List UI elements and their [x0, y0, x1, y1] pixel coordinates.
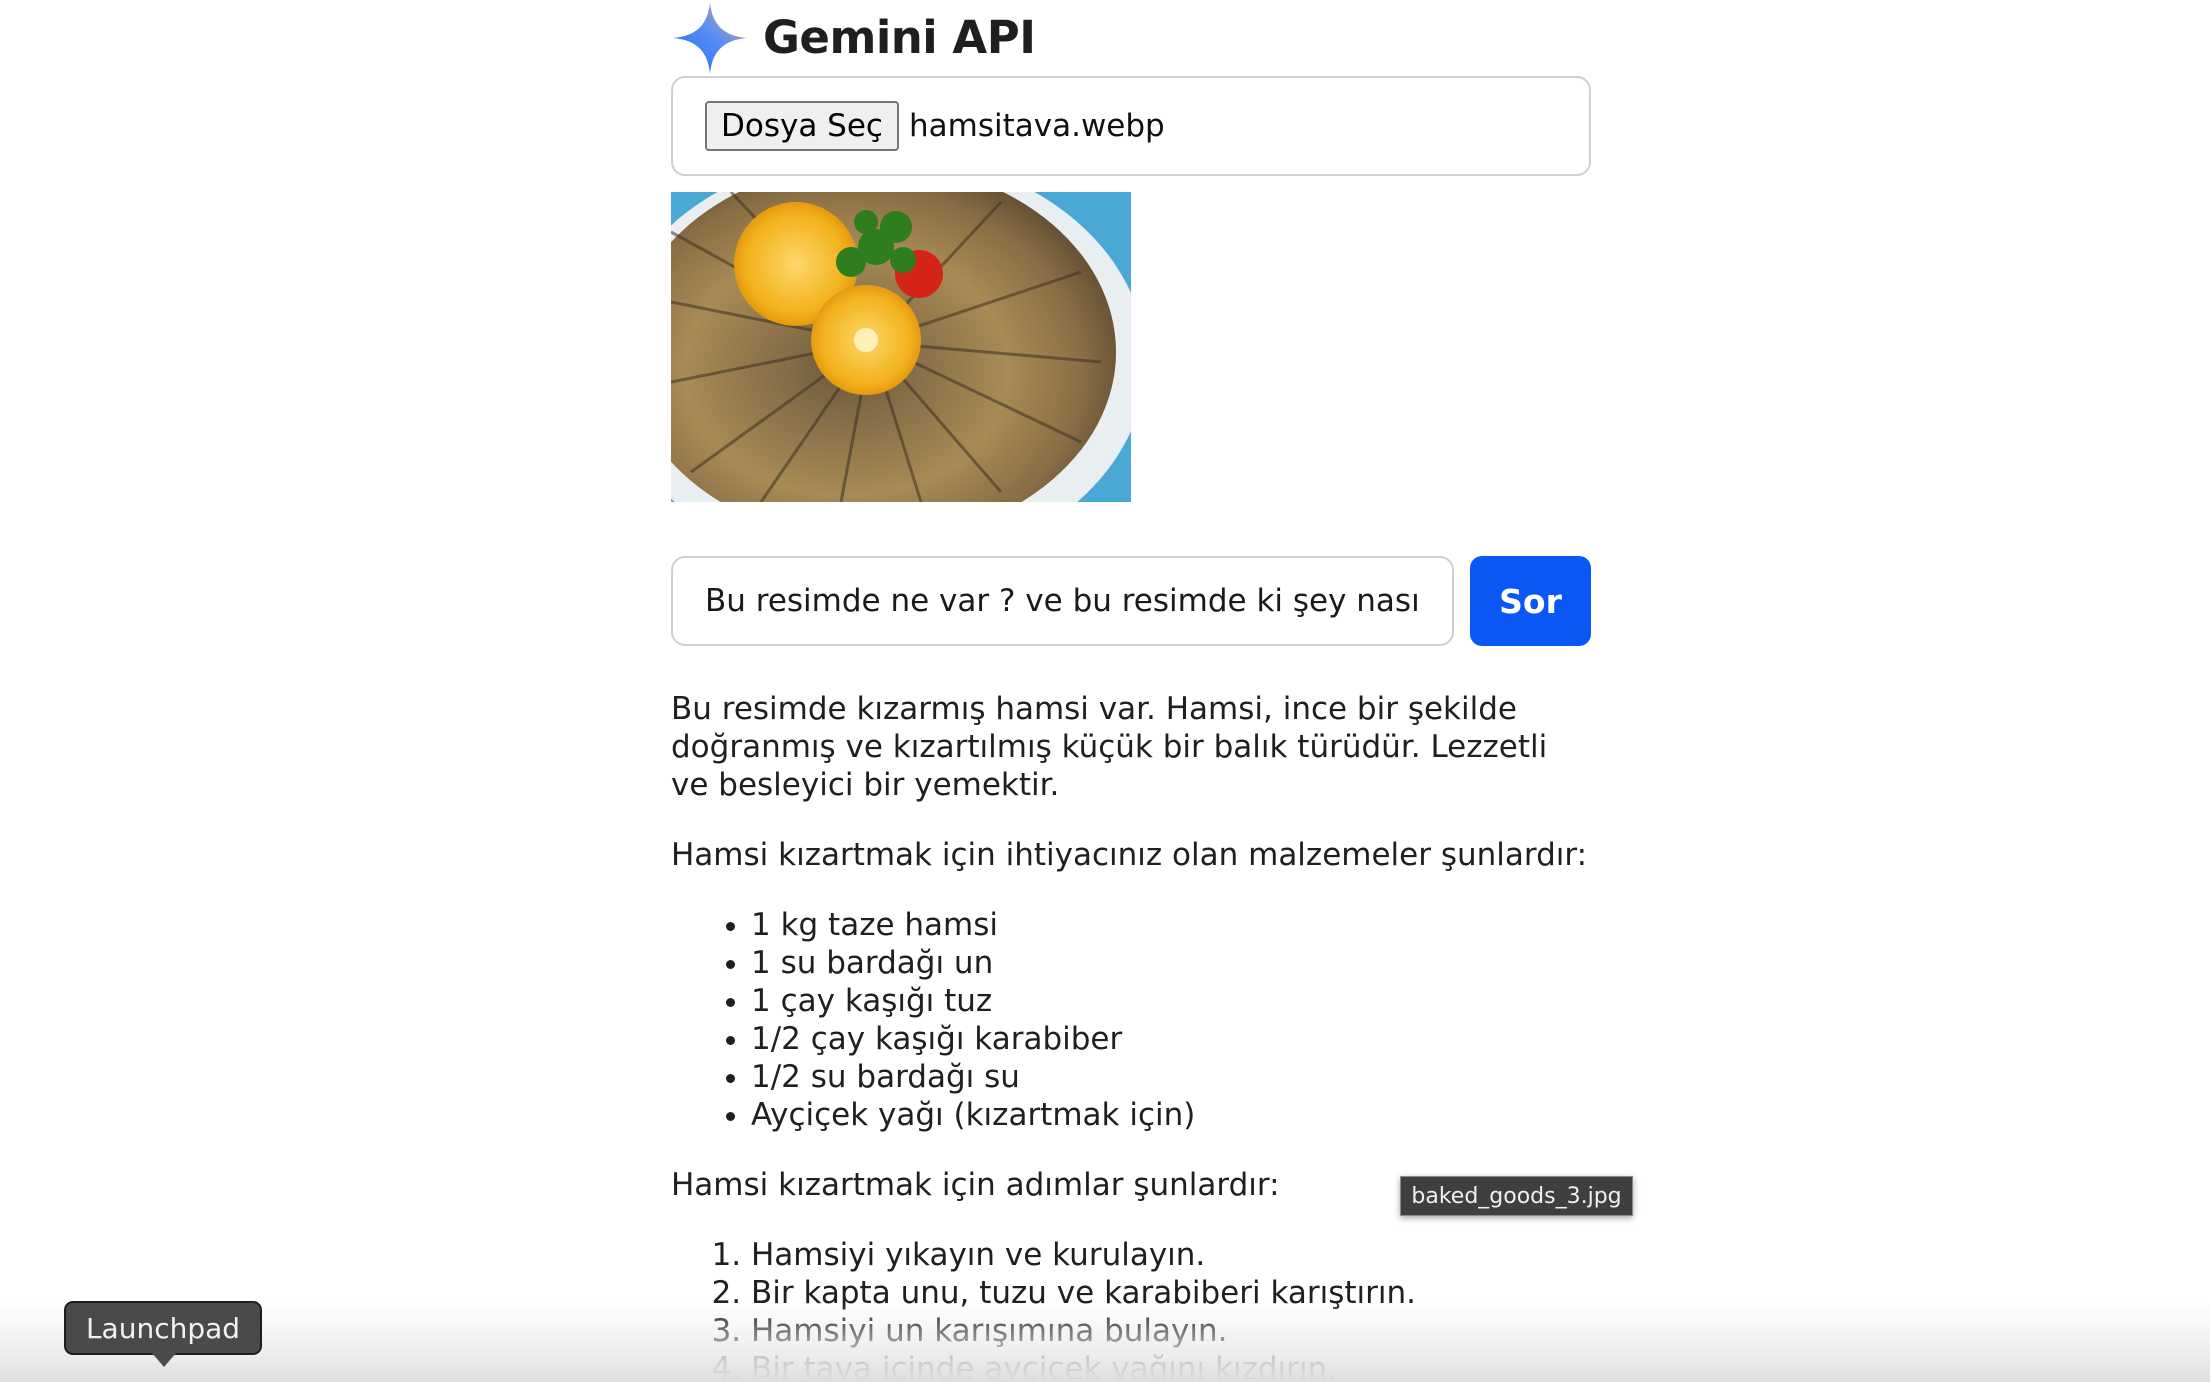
prompt-input[interactable] [671, 556, 1454, 646]
launchpad-tooltip: Launchpad [64, 1301, 262, 1355]
preview-image [671, 192, 1131, 502]
ingredients-list: 1 kg taze hamsi 1 su bardağı un 1 çay ka… [671, 906, 1591, 1134]
page: Gemini API Dosya Seç hamsitava.webp Bu r… [0, 0, 2210, 1382]
list-item: Ayçiçek yağı (kızartmak için) [751, 1096, 1591, 1134]
selected-file-name: hamsitava.webp [908, 108, 1165, 144]
steps-list: Hamsiyi yıkayın ve kurulayın. Bir kapta … [671, 1236, 1591, 1382]
choose-file-button[interactable]: Dosya Seç [705, 101, 899, 151]
list-item: 1 çay kaşığı tuz [751, 982, 1591, 1020]
list-item: 1/2 çay kaşığı karabiber [751, 1020, 1591, 1058]
file-picker: Dosya Seç hamsitava.webp [671, 76, 1591, 176]
list-item: Hamsiyi yıkayın ve kurulayın. [751, 1236, 1591, 1274]
ingredients-heading: Hamsi kızartmak için ihtiyacınız olan ma… [671, 837, 1588, 873]
ask-button[interactable]: Sor [1470, 556, 1591, 646]
list-item: Bir tava içinde ayçiçek yağını kızdırın. [751, 1350, 1591, 1382]
answer-intro: Bu resimde kızarmış hamsi var. Hamsi, in… [671, 691, 1548, 803]
list-item: Bir kapta unu, tuzu ve karabiberi karışt… [751, 1274, 1591, 1312]
drag-file-tooltip: baked_goods_3.jpg [1400, 1176, 1633, 1216]
list-item: 1 kg taze hamsi [751, 906, 1591, 944]
main-column: Gemini API Dosya Seç hamsitava.webp Bu r… [671, 0, 1591, 1382]
list-item: Hamsiyi un karışımına bulayın. [751, 1312, 1591, 1350]
answer-text: Bu resimde kızarmış hamsi var. Hamsi, in… [671, 690, 1591, 1382]
header: Gemini API [671, 0, 1591, 76]
list-item: 1 su bardağı un [751, 944, 1591, 982]
prompt-row: Sor [671, 556, 1591, 646]
list-item: 1/2 su bardağı su [751, 1058, 1591, 1096]
page-title: Gemini API [763, 11, 1036, 64]
lemon-center [854, 328, 878, 352]
gemini-sparkle-icon [673, 2, 747, 74]
tooltip-arrow [152, 1353, 176, 1367]
